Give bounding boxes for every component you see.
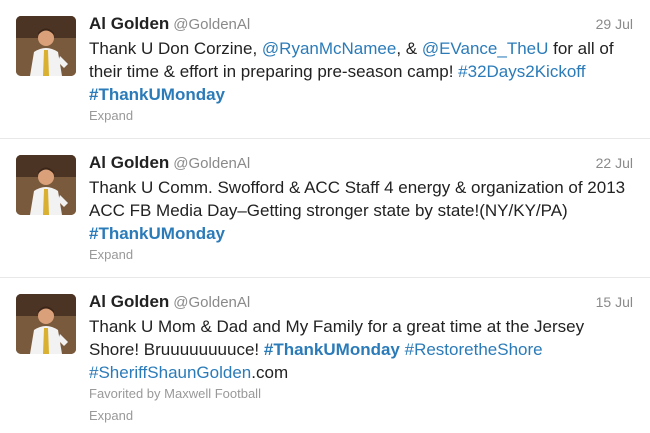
tweet-date[interactable]: 22 Jul (596, 155, 633, 171)
profile-photo-icon (16, 16, 76, 76)
tweet-date[interactable]: 15 Jul (596, 294, 633, 310)
mention-link[interactable]: @EVance_TheU (422, 39, 549, 58)
favorited-by: Favorited by Maxwell Football (89, 386, 261, 401)
hashtag-link[interactable]: #SheriffShaunGolden (89, 363, 251, 382)
tweet[interactable]: Al Golden @GoldenAl 29 Jul Thank U Don Co… (0, 0, 650, 138)
hashtag-link[interactable]: #ThankUMonday (89, 224, 225, 243)
tweet-text-run: , & (396, 39, 422, 58)
tweet-text-run: Thank U Don Corzine, (89, 39, 262, 58)
tweet-timeline: Al Golden @GoldenAl 29 Jul Thank U Don Co… (0, 0, 650, 433)
expand-link[interactable]: Expand (89, 247, 133, 262)
mention-link[interactable]: @RyanMcNamee (262, 39, 396, 58)
avatar[interactable] (16, 16, 76, 76)
hashtag-link[interactable]: #ThankUMonday (264, 340, 400, 359)
avatar[interactable] (16, 294, 76, 354)
hashtag-link[interactable]: #32Days2Kickoff (458, 62, 585, 81)
tweet-author[interactable]: Al Golden @GoldenAl (89, 292, 250, 312)
tweet-text-run: Thank U Comm. Swofford & ACC Staff 4 ene… (89, 178, 626, 220)
expand-link[interactable]: Expand (89, 408, 133, 423)
author-name[interactable]: Al Golden (89, 14, 169, 33)
author-name[interactable]: Al Golden (89, 292, 169, 311)
hashtag-link[interactable]: #RestoretheShore (405, 340, 543, 359)
tweet-text-run: .com (251, 363, 289, 382)
tweet[interactable]: Al Golden @GoldenAl 15 Jul Thank U Mom & … (0, 277, 650, 433)
tweet-author[interactable]: Al Golden @GoldenAl (89, 153, 250, 173)
tweet[interactable]: Al Golden @GoldenAl 22 Jul Thank U Comm. … (0, 138, 650, 277)
avatar[interactable] (16, 155, 76, 215)
author-name[interactable]: Al Golden (89, 153, 169, 172)
tweet-text: Thank U Comm. Swofford & ACC Staff 4 ene… (89, 176, 629, 245)
author-handle[interactable]: @GoldenAl (173, 294, 250, 311)
author-handle[interactable]: @GoldenAl (173, 16, 250, 33)
tweet-text: Thank U Don Corzine, @RyanMcNamee, & @EV… (89, 37, 629, 106)
profile-photo-icon (16, 294, 76, 354)
hashtag-link[interactable]: #ThankUMonday (89, 85, 225, 104)
author-handle[interactable]: @GoldenAl (173, 155, 250, 172)
tweet-text: Thank U Mom & Dad and My Family for a gr… (89, 315, 629, 384)
tweet-date[interactable]: 29 Jul (596, 16, 633, 32)
profile-photo-icon (16, 155, 76, 215)
tweet-author[interactable]: Al Golden @GoldenAl (89, 14, 250, 34)
expand-link[interactable]: Expand (89, 108, 133, 123)
